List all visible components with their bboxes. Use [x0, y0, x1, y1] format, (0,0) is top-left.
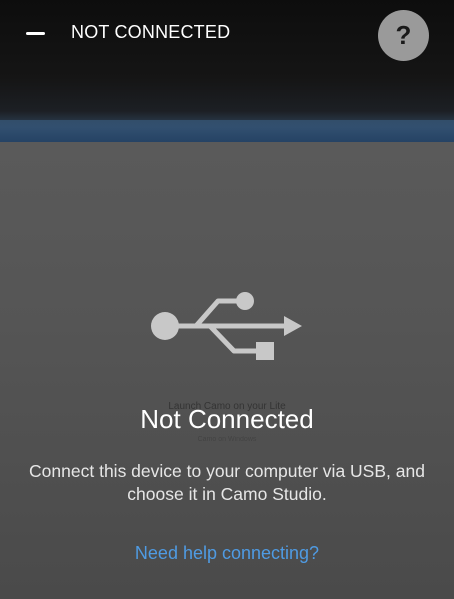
- status-title: Not Connected: [140, 404, 314, 434]
- minus-icon: [26, 32, 45, 35]
- menu-button[interactable]: [18, 20, 54, 48]
- usb-icon: [151, 292, 302, 360]
- help-button[interactable]: ?: [378, 10, 429, 61]
- app-screen: NOT CONNECTED ? Launch Camo on your Lite…: [0, 0, 454, 599]
- background-subcaption: Camo on Windows: [197, 436, 257, 443]
- main-background: [0, 142, 454, 599]
- help-connecting-link[interactable]: Need help connecting?: [0, 543, 454, 564]
- connection-instructions: Connect this device to your computer via…: [29, 461, 425, 504]
- page-title: NOT CONNECTED: [71, 22, 231, 42]
- header-accent-strip: [0, 120, 454, 142]
